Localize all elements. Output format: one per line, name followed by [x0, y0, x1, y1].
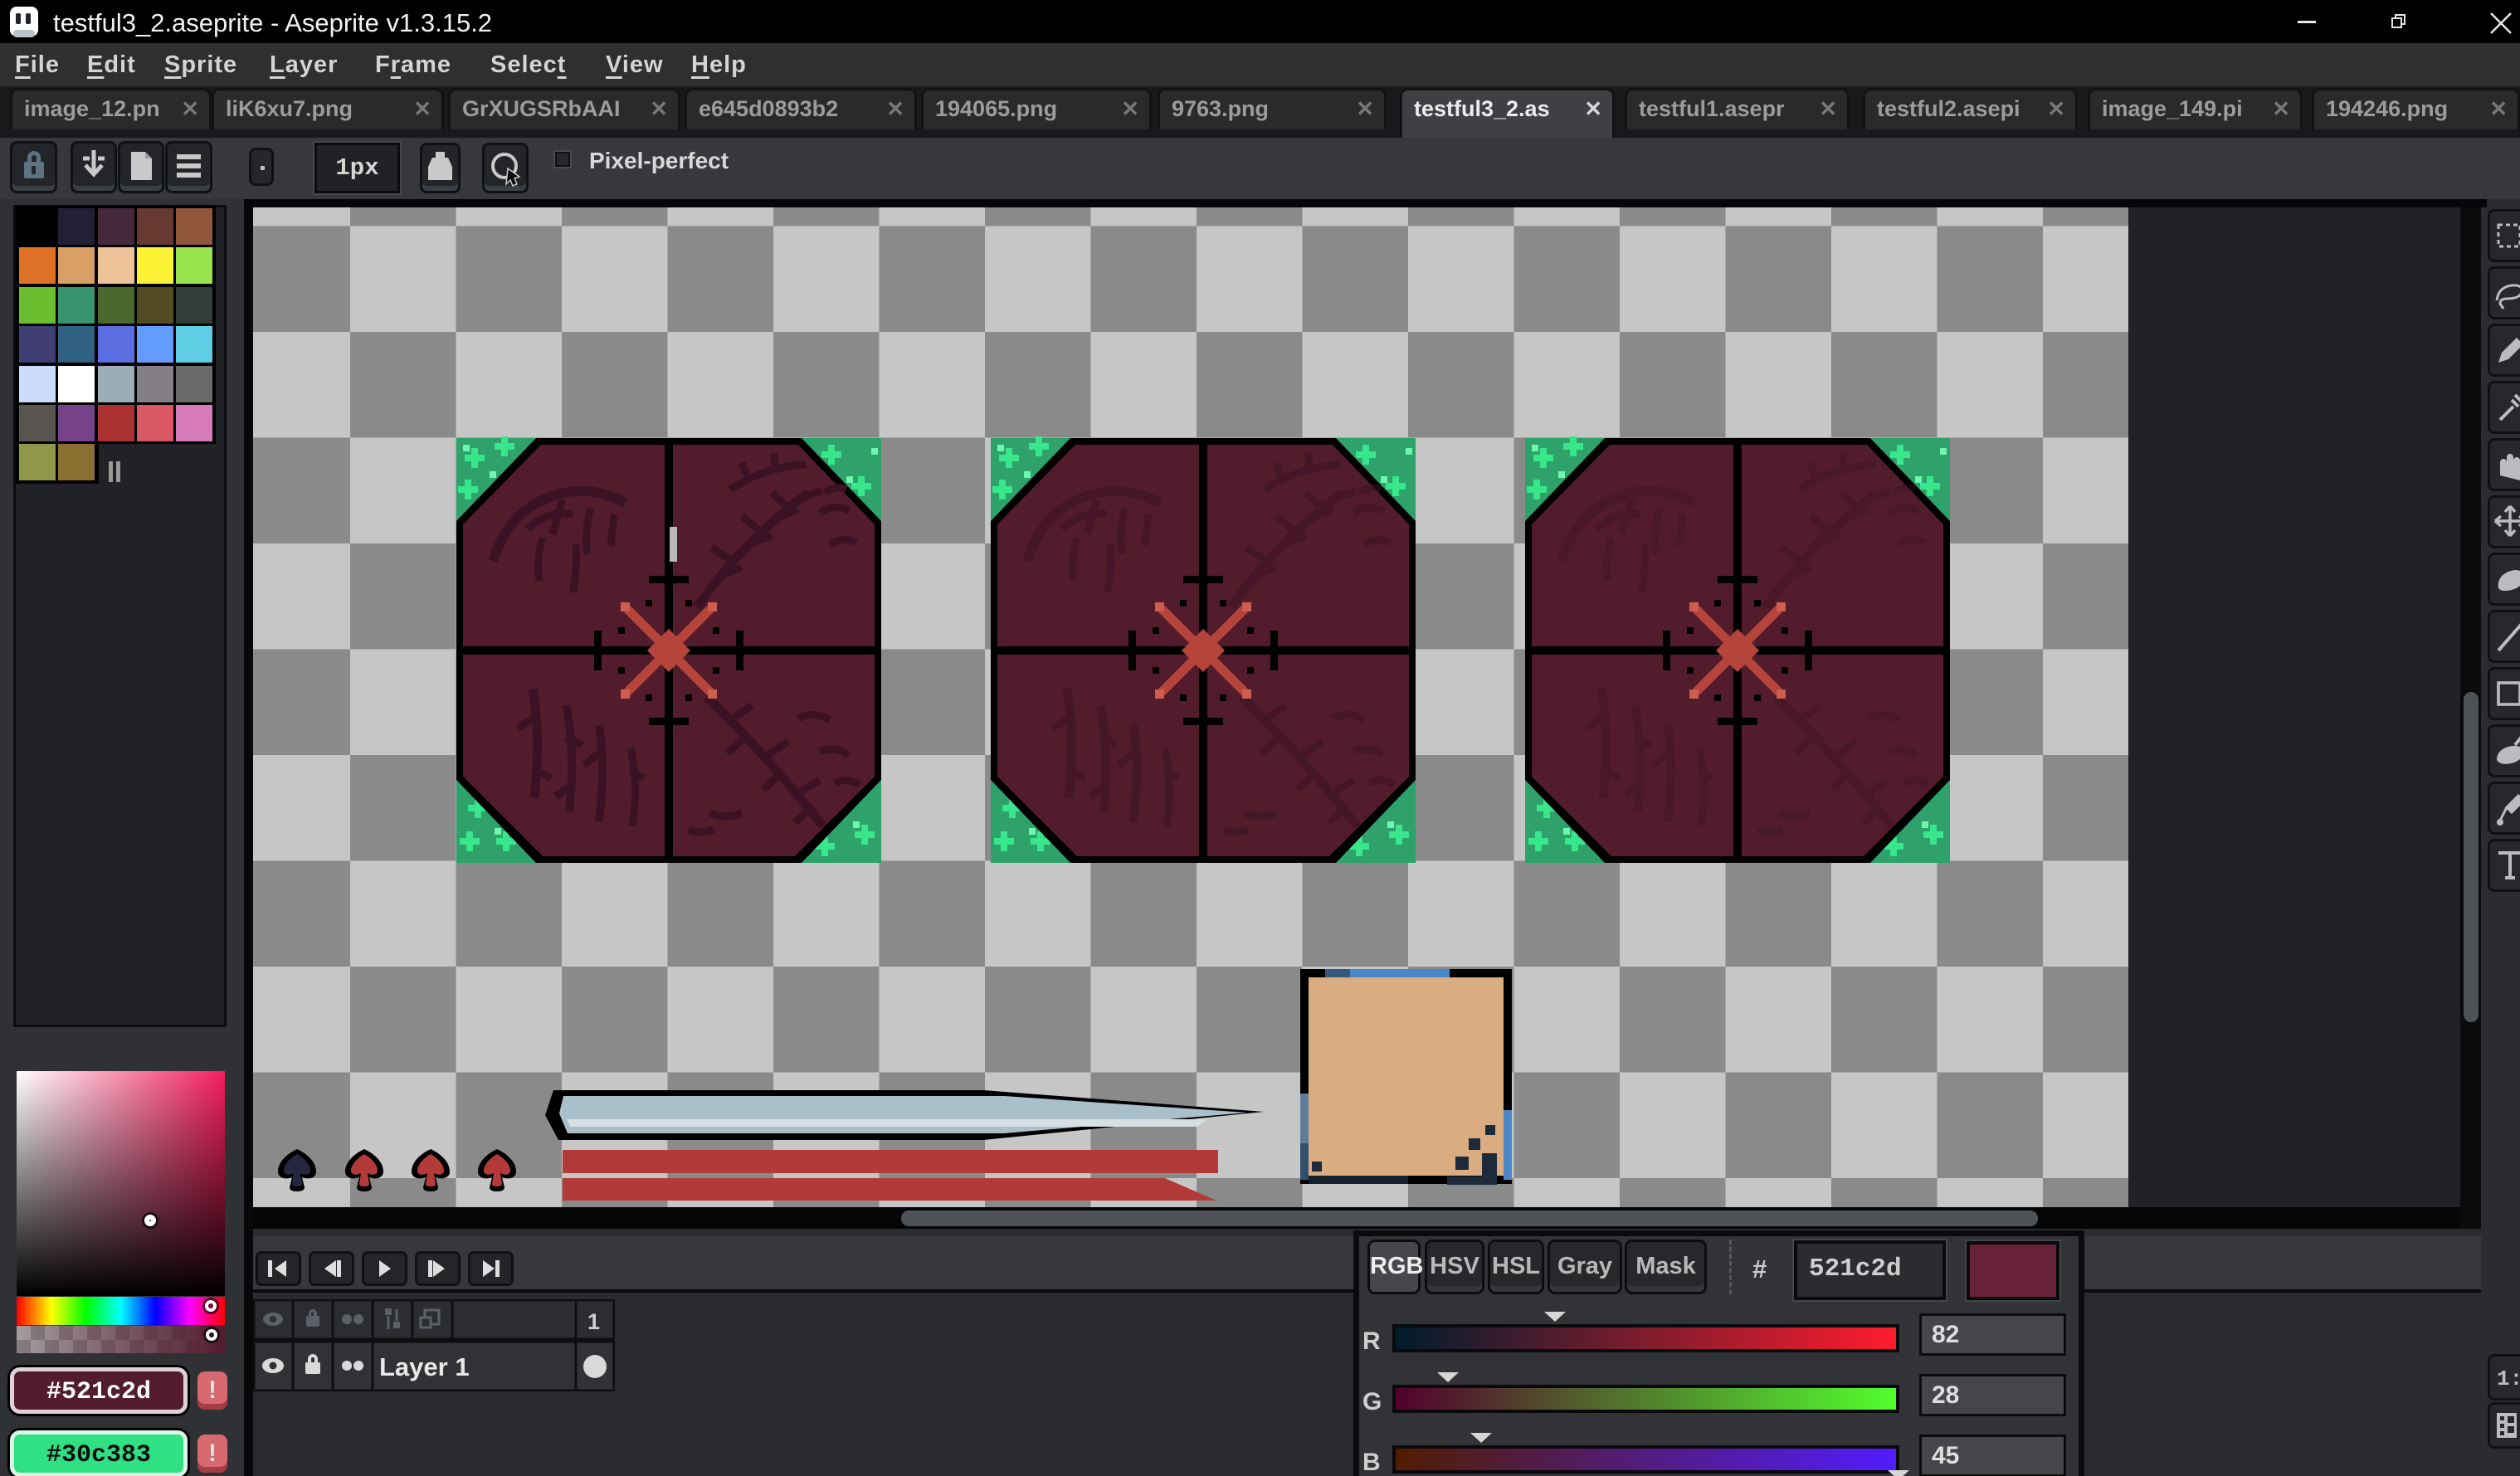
svg-text:1:: 1:	[2497, 1366, 2520, 1391]
svg-text:1: 1	[587, 1309, 600, 1334]
svg-text:Layer 1: Layer 1	[379, 1352, 470, 1381]
